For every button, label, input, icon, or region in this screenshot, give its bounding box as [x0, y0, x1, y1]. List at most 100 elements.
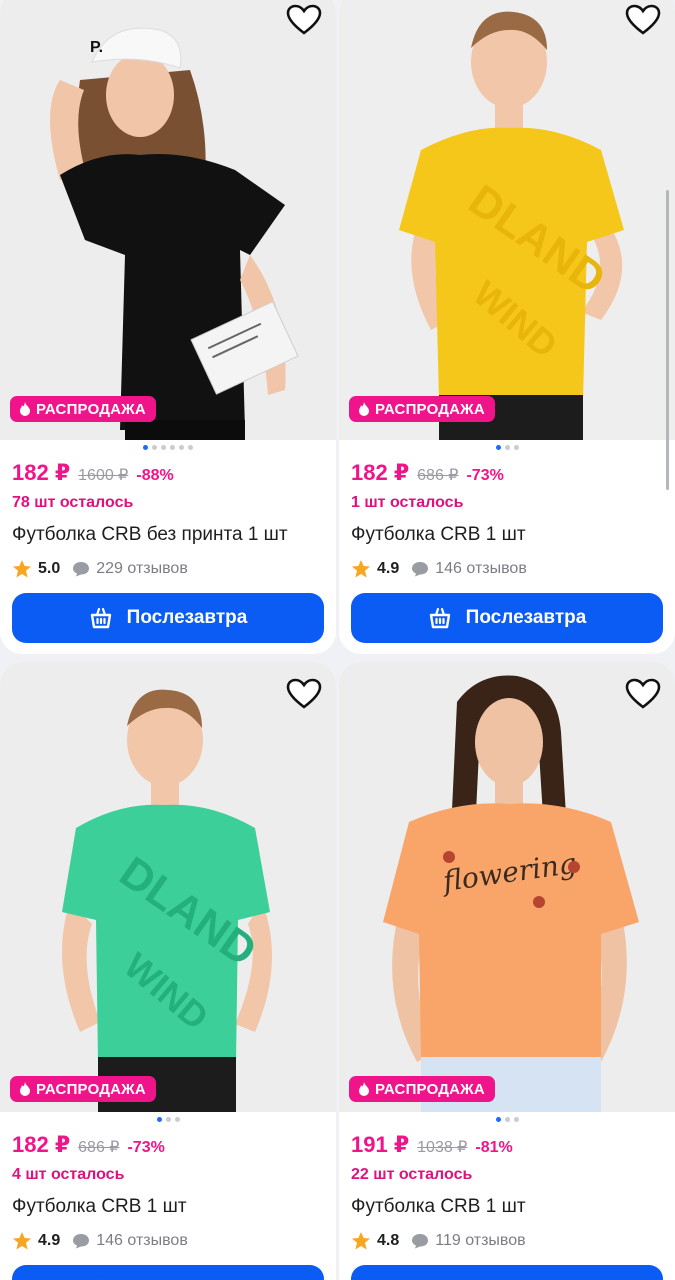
add-to-cart-label: Послезавтра: [126, 607, 248, 628]
discount: -73%: [466, 467, 504, 484]
current-price: 191 ₽: [351, 1132, 410, 1157]
comment-bubble-icon: [73, 1234, 90, 1249]
sale-badge-label: РАСПРОДАЖА: [36, 1080, 146, 1098]
scrollbar[interactable]: [666, 190, 669, 490]
pager-dot: [504, 1117, 510, 1122]
pager-dot: [156, 1117, 162, 1122]
shopping-basket-icon: [429, 607, 450, 629]
comment-bubble-icon: [412, 562, 429, 577]
rating-value: 4.9: [38, 1232, 61, 1249]
rating-value: 4.9: [377, 560, 400, 577]
favorite-heart-icon[interactable]: [625, 4, 661, 36]
add-to-cart-button[interactable]: Послезавтра: [351, 1265, 663, 1280]
product-card[interactable]: flowering РАСПРОДАЖА 191 ₽ 1038 ₽ -81% 2…: [339, 662, 675, 1280]
reviews-count: 119 отзывов: [435, 1232, 526, 1249]
reviews-count: 146 отзывов: [435, 560, 527, 577]
product-title[interactable]: Футболка CRB 1 шт: [351, 1196, 663, 1222]
star-icon: [352, 1232, 370, 1250]
pager-dot: [495, 445, 501, 450]
stock-left: 22 шт осталось: [351, 1166, 473, 1183]
star-icon: [13, 1232, 31, 1250]
pager-dot: [495, 1117, 501, 1122]
price-row: 191 ₽ 1038 ₽ -81%: [351, 1132, 663, 1162]
product-info: 182 ₽ 686 ₽ -73% 4 шт осталось Футболка …: [12, 1132, 324, 1254]
sale-badge: РАСПРОДАЖА: [10, 1076, 156, 1102]
favorite-heart-icon[interactable]: [625, 678, 661, 710]
product-title[interactable]: Футболка CRB без принта 1 шт: [12, 524, 324, 550]
old-price: 686 ₽: [78, 1139, 120, 1156]
product-photo[interactable]: DLAND WIND РАСПРОДАЖА: [339, 0, 675, 440]
pager-dot: [165, 1117, 171, 1122]
price-row: 182 ₽ 686 ₽ -73%: [12, 1132, 324, 1162]
product-photo[interactable]: flowering РАСПРОДАЖА: [339, 662, 675, 1112]
star-icon: [13, 560, 31, 578]
pager-dot: [161, 445, 166, 450]
stock-left: 4 шт осталось: [12, 1166, 125, 1183]
flame-icon: [359, 402, 369, 416]
product-card[interactable]: P. РАСПРОДАЖА 182 ₽ 1600 ₽ -88% 78 шт ос…: [0, 0, 336, 654]
discount: -88%: [136, 467, 174, 484]
discount: -73%: [127, 1139, 165, 1156]
image-pager: [0, 1117, 336, 1122]
sale-badge-label: РАСПРОДАЖА: [36, 400, 146, 418]
image-pager: [339, 445, 675, 450]
pager-dot: [504, 445, 510, 450]
pager-dot: [513, 445, 519, 450]
image-pager: [0, 445, 336, 450]
rating-row[interactable]: 4.8 119 отзывов: [351, 1228, 663, 1254]
sale-badge-label: РАСПРОДАЖА: [375, 1080, 485, 1098]
current-price: 182 ₽: [12, 1132, 71, 1157]
pager-dot: [513, 1117, 519, 1122]
rating-value: 4.8: [377, 1232, 400, 1249]
image-pager: [339, 1117, 675, 1122]
product-card[interactable]: DLAND WIND РАСПРОДАЖА 182 ₽ 686 ₽ -73%: [0, 662, 336, 1280]
product-info: 182 ₽ 1600 ₽ -88% 78 шт осталось Футболк…: [12, 460, 324, 582]
add-to-cart-button[interactable]: Послезавтра: [12, 1265, 324, 1280]
current-price: 182 ₽: [12, 460, 71, 485]
rating-row[interactable]: 4.9 146 отзывов: [12, 1228, 324, 1254]
product-photo[interactable]: DLAND WIND РАСПРОДАЖА: [0, 662, 336, 1112]
old-price: 686 ₽: [417, 467, 459, 484]
sale-badge: РАСПРОДАЖА: [10, 396, 156, 422]
favorite-heart-icon[interactable]: [286, 678, 322, 710]
pager-dot: [152, 445, 157, 450]
product-grid: P. РАСПРОДАЖА 182 ₽ 1600 ₽ -88% 78 шт ос…: [0, 0, 675, 1280]
current-price: 182 ₽: [351, 460, 410, 485]
star-icon: [352, 560, 370, 578]
sale-badge-label: РАСПРОДАЖА: [375, 400, 485, 418]
discount: -81%: [475, 1139, 513, 1156]
stock-left: 1 шт осталось: [351, 494, 464, 511]
pager-dot: [174, 1117, 180, 1122]
price-row: 182 ₽ 686 ₽ -73%: [351, 460, 663, 490]
old-price: 1038 ₽: [417, 1139, 468, 1156]
pager-dot: [179, 445, 184, 450]
product-title[interactable]: Футболка CRB 1 шт: [12, 1196, 324, 1222]
rating-value: 5.0: [38, 560, 61, 577]
pager-dot: [188, 445, 193, 450]
add-to-cart-button[interactable]: Послезавтра: [12, 593, 324, 643]
add-to-cart-label: Послезавтра: [465, 607, 587, 628]
product-card[interactable]: DLAND WIND РАСПРОДАЖА 182 ₽ 686 ₽ -73%: [339, 0, 675, 654]
reviews-count: 229 отзывов: [96, 560, 188, 577]
comment-bubble-icon: [412, 1234, 429, 1249]
pager-dot: [170, 445, 175, 450]
flame-icon: [20, 402, 30, 416]
reviews-count: 146 отзывов: [96, 1232, 188, 1249]
flame-icon: [20, 1082, 30, 1096]
price-row: 182 ₽ 1600 ₽ -88%: [12, 460, 324, 490]
product-photo[interactable]: P. РАСПРОДАЖА: [0, 0, 336, 440]
favorite-heart-icon[interactable]: [286, 4, 322, 36]
product-info: 182 ₽ 686 ₽ -73% 1 шт осталось Футболка …: [351, 460, 663, 582]
sale-badge: РАСПРОДАЖА: [349, 396, 495, 422]
comment-bubble-icon: [73, 562, 90, 577]
shopping-basket-icon: [90, 607, 111, 629]
product-info: 191 ₽ 1038 ₽ -81% 22 шт осталось Футболк…: [351, 1132, 663, 1254]
rating-row[interactable]: 5.0 229 отзывов: [12, 556, 324, 582]
pager-dot: [143, 445, 148, 450]
rating-row[interactable]: 4.9 146 отзывов: [351, 556, 663, 582]
sale-badge: РАСПРОДАЖА: [349, 1076, 495, 1102]
add-to-cart-button[interactable]: Послезавтра: [351, 593, 663, 643]
product-title[interactable]: Футболка CRB 1 шт: [351, 524, 663, 550]
flame-icon: [359, 1082, 369, 1096]
svg-text:P.: P.: [90, 39, 103, 56]
